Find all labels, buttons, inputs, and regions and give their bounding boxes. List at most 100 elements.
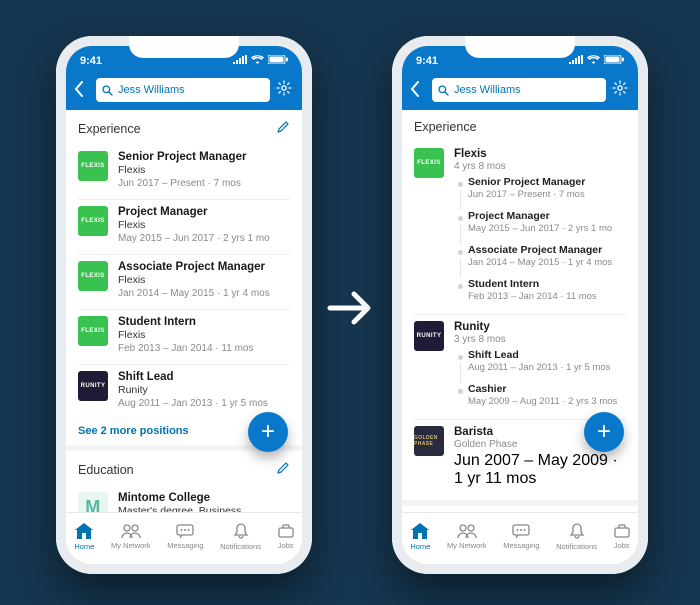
profile-scroll-right[interactable]: Experience FLEXISFlexis4 yrs 8 mosSenior… [402,110,638,512]
company-tenure: 4 yrs 8 mos [454,161,626,172]
tab-jobs[interactable]: Jobs [614,524,630,550]
add-fab-button[interactable]: + [584,412,624,452]
experience-section: Experience FLEXISSenior Project ManagerF… [66,110,302,445]
tab-notifications[interactable]: Notifications [556,523,597,551]
tab-home[interactable]: Home [410,523,430,551]
role-dates: Jun 2017 – Present · 7 mos [468,189,626,200]
company-name: Flexis [118,219,270,231]
signal-icon [233,55,247,67]
role-dates: Jan 2014 – May 2015 · 1 yr 4 mos [118,288,270,299]
tab-network-label: My Network [447,541,487,550]
experience-row[interactable]: FLEXISProject ManagerFlexisMay 2015 – Ju… [78,200,290,255]
experience-group[interactable]: FLEXISFlexis4 yrs 8 mosSenior Project Ma… [414,142,626,315]
company-logo: FLEXIS [78,151,108,181]
education-row[interactable]: MMintome CollegeMaster's degree, Busines… [78,486,290,512]
role-title: Senior Project Manager [468,176,626,188]
role-item[interactable]: Student InternFeb 2013 – Jan 2014 · 11 m… [454,274,626,308]
role-dates: Aug 2011 – Jan 2013 · 1 yr 5 mos [118,398,268,409]
status-time: 9:41 [416,55,438,67]
company-name: Flexis [118,164,246,176]
back-chevron-icon[interactable] [74,81,90,100]
search-input-value: Jess Williams [454,84,521,96]
company-logo: GOLDEN PHASE [414,426,444,456]
search-input[interactable]: Jess Williams [432,78,606,102]
role-title: Student Intern [468,278,626,290]
company-name: Runity [118,384,268,396]
tab-jobs-label: Jobs [614,541,630,550]
role-title: Shift Lead [118,371,268,383]
experience-group[interactable]: RUNITYRunity3 yrs 8 mosShift LeadAug 201… [414,315,626,420]
role-title: Associate Project Manager [468,244,626,256]
edit-experience-icon[interactable] [276,120,290,137]
role-title: Cashier [468,383,626,395]
search-icon [102,85,113,96]
search-input[interactable]: Jess Williams [96,78,270,102]
role-title: Project Manager [468,210,626,222]
experience-row[interactable]: FLEXIS Senior Project ManagerFlexis Jun 20… [78,145,290,200]
role-title: Associate Project Manager [118,261,270,273]
role-item[interactable]: Shift LeadAug 2011 – Jan 2013 · 1 yr 5 m… [454,345,626,379]
status-time: 9:41 [80,55,102,67]
experience-row[interactable]: FLEXISStudent InternFlexisFeb 2013 – Jan… [78,310,290,365]
role-dates: Jun 2017 – Present · 7 mos [118,178,246,189]
company-logo: FLEXIS [78,206,108,236]
profile-scroll-left[interactable]: Experience FLEXISSenior Project ManagerF… [66,110,302,512]
company-logo: FLEXIS [78,261,108,291]
experience-row[interactable]: FLEXISAssociate Project ManagerFlexisJan… [78,255,290,310]
tab-my-network[interactable]: My Network [447,524,487,550]
edit-education-icon[interactable] [276,461,290,478]
tab-home-label: Home [410,542,430,551]
phone-before: 9:41 [56,36,312,574]
tab-notifications[interactable]: Notifications [220,523,261,551]
tab-jobs-label: Jobs [278,541,294,550]
role-title: Project Manager [118,206,270,218]
back-chevron-icon[interactable] [410,81,426,100]
experience-heading: Experience [414,120,477,134]
education-section: Education MMintome CollegeMaster's degre… [66,451,302,512]
company-logo: RUNITY [78,371,108,401]
wifi-icon [251,55,264,67]
tab-my-network[interactable]: My Network [111,524,151,550]
role-item[interactable]: Project ManagerMay 2015 – Jun 2017 · 2 y… [454,206,626,240]
tab-jobs[interactable]: Jobs [278,524,294,550]
role-item[interactable]: Associate Project ManagerJan 2014 – May … [454,240,626,274]
tab-home[interactable]: Home [74,523,94,551]
search-icon [438,85,449,96]
company-tenure: 3 yrs 8 mos [454,334,626,345]
settings-gear-icon[interactable] [612,80,630,101]
company-name: Flexis [118,329,253,341]
school-name: Mintome College [118,492,290,504]
role-dates: Feb 2013 – Jan 2014 · 11 mos [118,343,253,354]
wifi-icon [587,55,600,67]
role-dates: Jun 2007 – May 2009 · 1 yr 11 mos [454,452,626,488]
arrow-icon [326,288,374,333]
role-dates: Jan 2014 – May 2015 · 1 yr 4 mos [468,257,626,268]
add-fab-button[interactable]: + [248,412,288,452]
battery-icon [604,55,624,67]
plus-icon: + [597,418,611,446]
experience-row[interactable]: RUNITY Shift LeadRunity Aug 2011 – Jan 201… [78,365,290,419]
search-input-value: Jess Williams [118,84,185,96]
company-logo: M [78,492,108,512]
battery-icon [268,55,288,67]
tab-notifications-label: Notifications [556,542,597,551]
tab-messaging[interactable]: Messaging [503,524,539,550]
role-item[interactable]: CashierMay 2009 – Aug 2011 · 2 yrs 3 mos [454,379,626,413]
role-title: Student Intern [118,316,253,328]
education-heading: Education [78,463,134,477]
tab-network-label: My Network [111,541,151,550]
role-dates: Feb 2013 – Jan 2014 · 11 mos [468,291,626,302]
tab-messaging-label: Messaging [167,541,203,550]
company-logo: FLEXIS [414,148,444,178]
bottom-tab-bar: Home My Network Messaging Notifications … [66,512,302,564]
role-item[interactable]: Senior Project ManagerJun 2017 – Present… [454,172,626,206]
plus-icon: + [261,418,275,446]
role-dates: May 2009 – Aug 2011 · 2 yrs 3 mos [468,396,626,407]
company-name: Flexis [454,148,626,160]
settings-gear-icon[interactable] [276,80,294,101]
company-logo: RUNITY [414,321,444,351]
role-title: Senior Project Manager [118,151,246,163]
tab-messaging[interactable]: Messaging [167,524,203,550]
signal-icon [569,55,583,67]
role-title: Shift Lead [468,349,626,361]
